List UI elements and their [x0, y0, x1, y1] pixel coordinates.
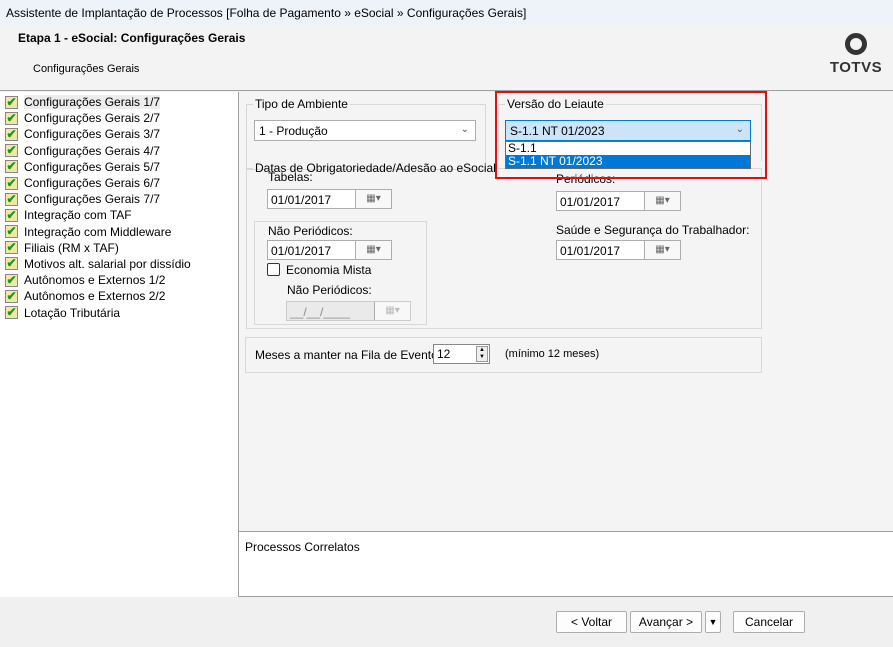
- tree-item-label: Configurações Gerais 3/7: [24, 127, 161, 142]
- tree-item-label: Autônomos e Externos 2/2: [24, 289, 166, 304]
- totvs-logo: TOTVS: [828, 33, 884, 76]
- calendar-icon[interactable]: ▦▾: [355, 190, 391, 208]
- tree-item-label: Integração com TAF: [24, 208, 132, 223]
- select-value: 1 - Produção: [259, 124, 328, 138]
- tree-item-label: Motivos alt. salarial por dissídio: [24, 256, 191, 271]
- tree-item[interactable]: ✔ Configurações Gerais 4/7: [0, 143, 238, 159]
- meses-spinner[interactable]: 12 ▲ ▼: [433, 344, 490, 364]
- checked-step-icon: ✔: [5, 94, 18, 109]
- calendar-icon[interactable]: ▦▾: [644, 241, 680, 259]
- nao-periodicos-date[interactable]: 01/01/2017 ▦▾: [267, 240, 392, 260]
- tree-item-label: Configurações Gerais 1/7: [24, 95, 161, 110]
- tree-item[interactable]: ✔ Filiais (RM x TAF): [0, 240, 238, 256]
- checked-step-icon: ✔: [5, 224, 18, 239]
- meses-label: Meses a manter na Fila de Eventos:: [255, 348, 448, 362]
- tree-item-label: Autônomos e Externos 1/2: [24, 273, 166, 288]
- date-value: 01/01/2017: [560, 195, 621, 209]
- tabelas-label: Tabelas:: [268, 170, 313, 184]
- tree-item-label: Configurações Gerais 6/7: [24, 176, 161, 191]
- date-value: 01/01/2017: [271, 193, 332, 207]
- tree-item[interactable]: ✔ Motivos alt. salarial por dissídio: [0, 256, 238, 272]
- totvs-logo-icon: [845, 33, 867, 55]
- economia-mista-label: Economia Mista: [286, 263, 372, 277]
- spinner-arrows-icon[interactable]: ▲ ▼: [476, 346, 488, 362]
- tree-item-label: Configurações Gerais 2/7: [24, 111, 161, 126]
- economia-mista-checkbox[interactable]: [267, 263, 280, 276]
- tree-item-label: Integração com Middleware: [24, 224, 172, 239]
- sst-date[interactable]: 01/01/2017 ▦▾: [556, 240, 681, 260]
- tree-item[interactable]: ✔ Autônomos e Externos 1/2: [0, 272, 238, 288]
- checked-step-icon: ✔: [5, 175, 18, 190]
- next-dropdown-button[interactable]: ▼: [705, 611, 721, 633]
- tree-item-label: Lotação Tributária: [24, 305, 121, 320]
- window-title: Assistente de Implantação de Processos […: [0, 0, 893, 26]
- checked-step-icon: ✔: [5, 305, 18, 320]
- tree-item-label: Configurações Gerais 5/7: [24, 159, 161, 174]
- date-value: __/__/____: [290, 305, 351, 319]
- meses-hint: (mínimo 12 meses): [505, 348, 600, 360]
- step-title: Etapa 1 - eSocial: Configurações Gerais: [18, 31, 246, 45]
- checked-step-icon: ✔: [5, 256, 18, 271]
- steps-tree: ✔ Configurações Gerais 1/7 ✔ Configurações …: [0, 92, 239, 597]
- tree-item[interactable]: ✔ Configurações Gerais 2/7: [0, 110, 238, 126]
- step-subtitle: Configurações Gerais: [33, 63, 140, 75]
- tree-item[interactable]: ✔ Configurações Gerais 3/7: [0, 126, 238, 142]
- date-value: 01/01/2017: [560, 244, 621, 258]
- tree-item-label: Configurações Gerais 4/7: [24, 143, 161, 158]
- tree-item[interactable]: ✔ Configurações Gerais 6/7: [0, 175, 238, 191]
- tree-item[interactable]: ✔ Configurações Gerais 1/7: [0, 94, 238, 110]
- chevron-down-icon: ⌄: [460, 124, 469, 135]
- wizard-header: Etapa 1 - eSocial: Configurações Gerais …: [0, 26, 893, 91]
- nao-periodicos-label: Não Periódicos:: [268, 224, 353, 238]
- back-button[interactable]: < Voltar: [556, 611, 627, 633]
- checked-step-icon: ✔: [5, 110, 18, 125]
- calendar-icon[interactable]: ▦▾: [644, 192, 680, 210]
- checked-step-icon: ✔: [5, 159, 18, 174]
- cancel-button[interactable]: Cancelar: [733, 611, 805, 633]
- date-value: 01/01/2017: [271, 244, 332, 258]
- tree-item[interactable]: ✔ Configurações Gerais 7/7: [0, 191, 238, 207]
- tree-item[interactable]: ✔ Lotação Tributária: [0, 304, 238, 320]
- checked-step-icon: ✔: [5, 288, 18, 303]
- em-nao-periodicos-date[interactable]: __/__/____ ▦▾: [286, 301, 411, 321]
- logo-text: TOTVS: [829, 59, 883, 76]
- next-button[interactable]: Avançar >: [630, 611, 702, 633]
- processos-correlatos-panel: Processos Correlatos: [239, 531, 893, 597]
- option-s-1-1-nt-01-2023[interactable]: S-1.1 NT 01/2023: [506, 155, 750, 168]
- checked-step-icon: ✔: [5, 240, 18, 255]
- group-legend: Tipo de Ambiente: [255, 97, 348, 111]
- spinner-value: 12: [437, 347, 451, 361]
- calendar-icon[interactable]: ▦▾: [374, 302, 410, 320]
- calendar-icon[interactable]: ▦▾: [355, 241, 391, 259]
- tree-item-label: Configurações Gerais 7/7: [24, 192, 161, 207]
- checked-step-icon: ✔: [5, 191, 18, 206]
- checked-step-icon: ✔: [5, 207, 18, 222]
- checked-step-icon: ✔: [5, 272, 18, 287]
- tree-item-label: Filiais (RM x TAF): [24, 240, 119, 255]
- em-nao-periodicos-label: Não Periódicos:: [287, 283, 372, 297]
- tree-item[interactable]: ✔ Configurações Gerais 5/7: [0, 159, 238, 175]
- periodicos-date[interactable]: 01/01/2017 ▦▾: [556, 191, 681, 211]
- checked-step-icon: ✔: [5, 143, 18, 158]
- checked-step-icon: ✔: [5, 126, 18, 141]
- tree-item[interactable]: ✔ Autônomos e Externos 2/2: [0, 288, 238, 304]
- sst-label: Saúde e Segurança do Trabalhador:: [556, 223, 750, 237]
- tree-item[interactable]: ✔ Integração com Middleware: [0, 224, 238, 240]
- versao-dropdown-list: S-1.1 S-1.1 NT 01/2023: [505, 141, 751, 169]
- correlatos-label: Processos Correlatos: [245, 540, 360, 554]
- caret-down-icon: ▼: [708, 617, 718, 627]
- tree-item[interactable]: ✔ Integração com TAF: [0, 207, 238, 223]
- tabelas-date[interactable]: 01/01/2017 ▦▾: [267, 189, 392, 209]
- tipo-ambiente-select[interactable]: 1 - Produção ⌄: [254, 120, 476, 141]
